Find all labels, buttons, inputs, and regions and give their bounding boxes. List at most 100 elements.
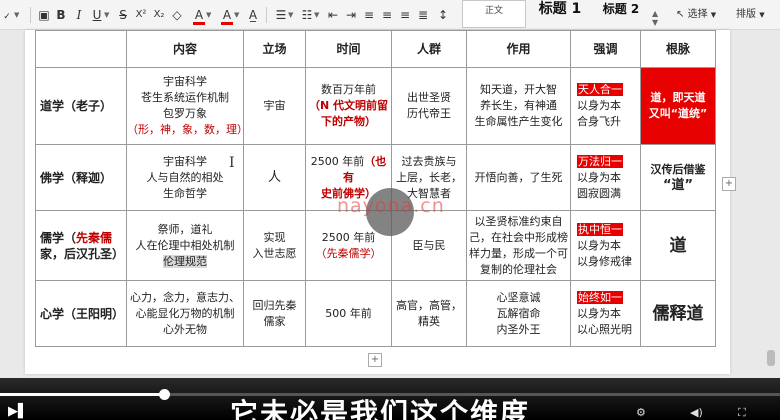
align-center-icon[interactable]: ≡ bbox=[380, 6, 394, 24]
text-line: 以身为本 bbox=[577, 238, 621, 252]
stance-cell[interactable]: 回归先秦 儒家 bbox=[243, 280, 306, 347]
align-left-icon[interactable]: ≡ bbox=[362, 6, 376, 24]
text-effect-icon[interactable]: A̲ bbox=[246, 6, 260, 24]
school-name-cell[interactable]: 道学（老子） bbox=[35, 67, 127, 145]
scrollbar-handle[interactable] bbox=[767, 350, 775, 366]
name-prefix: 儒学（ bbox=[40, 230, 77, 245]
numbered-list-icon[interactable]: ☷ bbox=[300, 6, 314, 24]
fullscreen-icon[interactable]: ⛶ bbox=[738, 406, 746, 420]
root-cell[interactable]: 儒释道 bbox=[640, 280, 716, 347]
text-line: 宇宙科学 bbox=[163, 75, 207, 88]
clear-format-icon[interactable]: ◇ bbox=[170, 6, 184, 24]
styles-expand-icon[interactable]: ▼ bbox=[652, 18, 658, 27]
content-cell[interactable]: 宇宙科学 苍生系统运作机制 包罗万象 （形，神，象，数，理） bbox=[126, 67, 248, 145]
emphasis-cell[interactable]: 天人合一 以身为本 合身飞升 bbox=[570, 67, 641, 145]
sort-button[interactable]: 排版 ▼ bbox=[736, 6, 765, 24]
justify-icon[interactable]: ≣ bbox=[416, 6, 430, 24]
add-row-button[interactable]: + bbox=[368, 353, 382, 367]
highlight-button[interactable]: A bbox=[192, 6, 206, 25]
bullet-list-icon[interactable]: ☰ bbox=[274, 6, 288, 24]
style-normal[interactable]: 正文 bbox=[462, 0, 526, 28]
content-cell[interactable]: 宇宙科学 人与自然的相处 生命哲学 bbox=[126, 144, 244, 211]
people-cell[interactable]: 高官，高管， 精英 bbox=[391, 280, 467, 347]
text-line: 复制的伦理社会 bbox=[480, 262, 557, 276]
school-name-cell[interactable]: 儒学（先秦儒 家，后汉孔圣） bbox=[35, 210, 127, 281]
select-button[interactable]: ↖ 选择 ▼ bbox=[676, 6, 716, 24]
style-heading-1-label: 标题 1 bbox=[538, 1, 582, 17]
emphasis-cell[interactable]: 万法归一 以身为本 圆寂圆满 bbox=[570, 144, 641, 211]
effect-cell[interactable]: 知天道，开大智 养长生，有神通 生命属性产生变化 bbox=[466, 67, 571, 145]
content-cell[interactable]: 心力，念力，意志力、 心能显化万物的机制 心外无物 bbox=[126, 280, 244, 347]
emphasis-cell[interactable]: 始终如一 以身为本 以心照光明 bbox=[570, 280, 641, 347]
header-cell[interactable]: 强调 bbox=[570, 30, 641, 68]
text-line: 回归先秦 bbox=[252, 298, 297, 312]
name-red: 先秦儒 bbox=[76, 230, 113, 245]
paste-icon[interactable]: ▣ bbox=[36, 6, 52, 24]
chevron-down-icon[interactable]: ▼ bbox=[206, 11, 211, 19]
text-line: 汉传后借鉴 bbox=[650, 162, 706, 176]
root-cell[interactable]: 道 bbox=[640, 210, 716, 281]
header-cell[interactable]: 立场 bbox=[243, 30, 306, 68]
comparison-table[interactable]: 内容 立场 时间 人群 作用 强调 根脉 道学（老子） 宇宙科学 苍生系统运作机… bbox=[35, 30, 716, 347]
font-size-field[interactable]: ✓ bbox=[0, 6, 14, 24]
add-column-button[interactable]: + bbox=[722, 177, 736, 191]
chevron-down-icon[interactable]: ▼ bbox=[234, 11, 239, 19]
effect-cell[interactable]: 以圣贤标准约束自 己，在社会中形成榜 样力量，形成一个可 复制的伦理社会 bbox=[466, 210, 571, 281]
bold-button[interactable]: B bbox=[54, 6, 68, 24]
increase-indent-icon[interactable]: ⇥ bbox=[344, 6, 358, 24]
line-spacing-icon[interactable]: ↕ bbox=[436, 6, 450, 24]
style-heading-1[interactable]: 标题 1 bbox=[530, 0, 590, 28]
root-cell[interactable]: 汉传后借鉴 “道” bbox=[640, 144, 716, 211]
effect-cell[interactable]: 心坚意诚 瓦解宿命 内圣外王 bbox=[466, 280, 571, 347]
volume-icon[interactable]: ◀) bbox=[690, 406, 703, 419]
text-line: 苍生系统运作机制 bbox=[141, 91, 229, 104]
underline-button[interactable]: U bbox=[90, 6, 104, 24]
text-line: 心外无物 bbox=[163, 322, 207, 336]
time-cell[interactable]: 500 年前 bbox=[305, 280, 392, 347]
strikethrough-button[interactable]: S bbox=[116, 6, 130, 24]
chevron-down-icon[interactable]: ▼ bbox=[104, 11, 109, 19]
selected-text: 伦理规范 bbox=[163, 254, 207, 268]
superscript-icon[interactable]: X² bbox=[134, 6, 148, 24]
subscript-icon[interactable]: X₂ bbox=[152, 6, 166, 24]
formatting-toolbar: ✓ ▼ ▣ B I U ▼ S X² X₂ ◇ A ▼ A ▼ A̲ ☰ ▼ ☷… bbox=[0, 0, 780, 30]
divider bbox=[30, 7, 31, 23]
chevron-down-icon[interactable]: ▼ bbox=[14, 11, 19, 19]
style-heading-2-label: 标题 2 bbox=[602, 2, 640, 16]
font-color-button[interactable]: A bbox=[220, 6, 234, 25]
chevron-down-icon[interactable]: ▼ bbox=[288, 11, 293, 19]
decrease-indent-icon[interactable]: ⇤ bbox=[326, 6, 340, 24]
text-line: 以圣贤标准约束自 bbox=[474, 214, 563, 228]
header-cell[interactable]: 人群 bbox=[391, 30, 467, 68]
style-heading-2[interactable]: 标题 2 bbox=[594, 0, 648, 28]
effect-cell[interactable]: 开悟向善，了生死 bbox=[466, 144, 571, 211]
header-cell[interactable] bbox=[35, 30, 127, 68]
text-line: 合身飞升 bbox=[577, 115, 621, 128]
chevron-down-icon[interactable]: ▼ bbox=[314, 11, 319, 19]
stance-cell[interactable]: 宇宙 bbox=[243, 67, 306, 145]
root-cell[interactable]: 道，即天道 又叫“道统” bbox=[640, 67, 716, 145]
school-name-cell[interactable]: 佛学（释迦） bbox=[35, 144, 127, 211]
header-cell[interactable]: 根脉 bbox=[640, 30, 716, 68]
align-right-icon[interactable]: ≡ bbox=[398, 6, 412, 24]
styles-expand-icon[interactable]: ▲ bbox=[652, 9, 658, 18]
italic-button[interactable]: I bbox=[72, 6, 86, 24]
header-cell[interactable]: 作用 bbox=[466, 30, 571, 68]
stance-cell[interactable]: 人 bbox=[243, 144, 306, 211]
text-line: 以心照光明 bbox=[577, 322, 632, 336]
video-progress-knob[interactable] bbox=[158, 389, 170, 400]
text-line: “道” bbox=[662, 177, 694, 193]
people-cell[interactable]: 出世圣贤 历代帝王 bbox=[391, 67, 467, 145]
play-pause-icon[interactable]: ▶▌ bbox=[8, 404, 28, 419]
stance-cell[interactable]: 实现 入世志愿 bbox=[243, 210, 306, 281]
header-cell[interactable]: 内容 bbox=[126, 30, 244, 68]
header-cell[interactable]: 时间 bbox=[305, 30, 392, 68]
text-line: 精英 bbox=[418, 314, 440, 328]
content-cell[interactable]: 祭师，道礼 人在伦理中相处机制 伦理规范 bbox=[126, 210, 244, 281]
settings-icon[interactable]: ⚙ bbox=[636, 406, 646, 419]
emphasis-cell[interactable]: 执中恒一 以身为本 以身修戒律 bbox=[570, 210, 641, 281]
school-name-cell[interactable]: 心学（王阳明） bbox=[35, 280, 127, 347]
font-color-icon: A bbox=[222, 8, 232, 22]
time-cell[interactable]: 数百万年前 （N 代文明前留 下的产物） bbox=[305, 67, 392, 145]
text-line: 历代帝王 bbox=[407, 107, 451, 120]
